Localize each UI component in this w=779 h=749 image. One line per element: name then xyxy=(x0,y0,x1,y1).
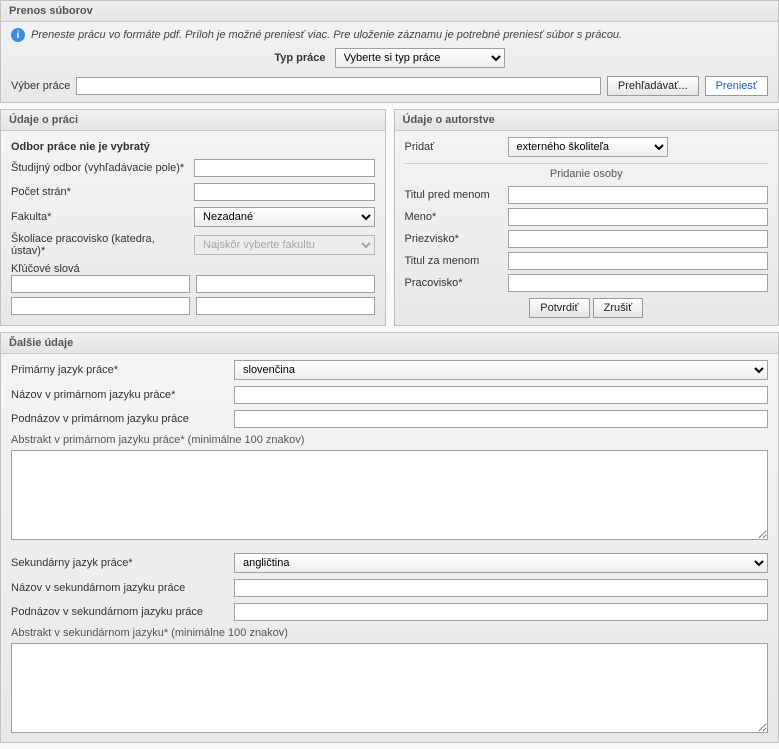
abstract-primary-label: Abstrakt v primárnom jazyku práce* (mini… xyxy=(11,434,768,446)
info-message: i Preneste prácu vo formáte pdf. Príloh … xyxy=(11,28,768,42)
add-label: Pridať xyxy=(405,141,500,153)
browse-button[interactable]: Prehľadávať... xyxy=(607,76,699,96)
workplace-input[interactable] xyxy=(508,274,769,292)
title-primary-label: Názov v primárnom jazyku práce* xyxy=(11,389,226,401)
file-path-input[interactable] xyxy=(76,77,601,95)
branch-not-selected: Odbor práce nie je vybratý xyxy=(11,137,375,159)
title-secondary-label: Názov v sekundárnom jazyku práce xyxy=(11,582,226,594)
title-before-label: Titul pred menom xyxy=(405,189,500,201)
other-data-panel: Ďalšie údaje Primárny jazyk práce* slove… xyxy=(0,332,779,743)
work-data-panel: Údaje o práci Odbor práce nie je vybratý… xyxy=(0,109,386,326)
subtitle-secondary-label: Podnázov v sekundárnom jazyku práce xyxy=(11,606,226,618)
department-label: Školiace pracovisko (katedra, ústav)* xyxy=(11,233,186,257)
keywords-label: Kľúčové slová xyxy=(11,263,80,275)
primary-lang-select[interactable]: slovenčina xyxy=(234,360,768,380)
info-text: Preneste prácu vo formáte pdf. Príloh je… xyxy=(31,29,622,41)
title-after-input[interactable] xyxy=(508,252,769,270)
title-after-label: Titul za menom xyxy=(405,255,500,267)
work-type-select[interactable]: Vyberte si typ práce xyxy=(335,48,505,68)
upload-button[interactable]: Preniesť xyxy=(705,76,768,96)
choose-file-label: Výber práce xyxy=(11,80,70,92)
abstract-secondary-textarea[interactable] xyxy=(11,643,768,733)
study-field-label: Študijný odbor (vyhľadávacie pole)* xyxy=(11,162,186,174)
pages-input[interactable] xyxy=(194,183,375,201)
title-secondary-input[interactable] xyxy=(234,579,768,597)
lastname-label: Priezvisko* xyxy=(405,233,500,245)
cancel-button[interactable]: Zrušiť xyxy=(593,298,644,318)
authorship-panel: Údaje o autorstve Pridať externého školi… xyxy=(394,109,779,326)
file-transfer-title: Prenos súborov xyxy=(1,1,778,22)
faculty-select[interactable]: Nezadané xyxy=(194,207,375,227)
subtitle-primary-label: Podnázov v primárnom jazyku práce xyxy=(11,413,226,425)
firstname-label: Meno* xyxy=(405,211,500,223)
file-transfer-panel: Prenos súborov i Preneste prácu vo formá… xyxy=(0,0,779,103)
authorship-title: Údaje o autorstve xyxy=(395,110,779,131)
add-select[interactable]: externého školiteľa xyxy=(508,137,668,157)
faculty-label: Fakulta* xyxy=(11,211,186,223)
title-before-input[interactable] xyxy=(508,186,769,204)
primary-lang-label: Primárny jazyk práce* xyxy=(11,364,226,376)
person-add-header: Pridanie osoby xyxy=(405,163,769,186)
title-primary-input[interactable] xyxy=(234,386,768,404)
secondary-lang-select[interactable]: angličtina xyxy=(234,553,768,573)
workplace-label: Pracovisko* xyxy=(405,277,500,289)
firstname-input[interactable] xyxy=(508,208,769,226)
subtitle-secondary-input[interactable] xyxy=(234,603,768,621)
other-data-title: Ďalšie údaje xyxy=(1,333,778,354)
secondary-lang-label: Sekundárny jazyk práce* xyxy=(11,557,226,569)
abstract-primary-textarea[interactable] xyxy=(11,450,768,540)
work-data-title: Údaje o práci xyxy=(1,110,385,131)
keyword-input-3[interactable] xyxy=(11,297,190,315)
keyword-input-4[interactable] xyxy=(196,297,375,315)
study-field-input[interactable] xyxy=(194,159,375,177)
lastname-input[interactable] xyxy=(508,230,769,248)
confirm-button[interactable]: Potvrdiť xyxy=(529,298,589,318)
keyword-input-2[interactable] xyxy=(196,275,375,293)
work-type-label: Typ práce xyxy=(274,52,325,64)
pages-label: Počet strán* xyxy=(11,186,186,198)
info-icon: i xyxy=(11,28,25,42)
abstract-secondary-label: Abstrakt v sekundárnom jazyku* (minimáln… xyxy=(11,627,768,639)
keyword-input-1[interactable] xyxy=(11,275,190,293)
department-select[interactable]: Najskôr vyberte fakultu xyxy=(194,235,375,255)
subtitle-primary-input[interactable] xyxy=(234,410,768,428)
